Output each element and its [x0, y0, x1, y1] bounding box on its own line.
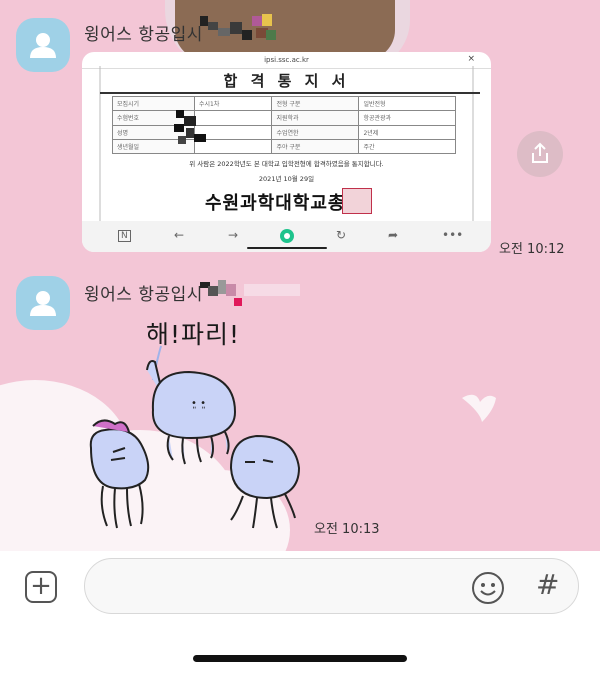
table-cell: 모집시기: [112, 95, 195, 112]
sender-name: 윙어스 항공입시: [84, 285, 203, 305]
share-arrow-icon: ➦: [388, 228, 399, 242]
forward-arrow-icon: →: [228, 228, 239, 242]
table-row: 수험번호 지원학과 항공관광과: [112, 110, 456, 126]
heart-decoration-icon: [462, 394, 496, 422]
table-cell: 항공관광과: [358, 110, 456, 126]
admission-notice: 위 사람은 2022학년도 본 대학교 입학전형에 합격하였음을 통지합니다.: [189, 160, 384, 168]
table-cell: 2년제: [358, 124, 456, 140]
refresh-icon: ↻: [336, 228, 347, 242]
title-rule: [100, 92, 480, 94]
document-date: 2021년 10월 29일: [258, 175, 315, 183]
hash-icon[interactable]: #: [536, 568, 559, 601]
svg-text:•͈ •͈: •͈ •͈: [191, 398, 206, 409]
redacted-name-pixels: [174, 110, 206, 144]
table-cell: 주야 구분: [271, 138, 360, 155]
table-cell: 일반전형: [358, 95, 456, 112]
table-cell: 전형 구분: [271, 95, 360, 112]
official-seal-stamp: [342, 188, 372, 214]
redacted-name-pixels: [200, 14, 276, 40]
attach-button[interactable]: +: [25, 571, 57, 603]
home-indicator: [193, 655, 407, 662]
back-arrow-icon: ←: [174, 228, 185, 242]
table-cell: 지원학과: [271, 110, 360, 126]
table-cell: 주간: [358, 138, 456, 155]
table-row: 모집시기 수시1차 전형 구분 일반전형: [112, 95, 456, 112]
table-cell: 수시1차: [193, 95, 273, 112]
naver-icon: N: [118, 230, 131, 242]
message-time: 오전 10:13: [314, 522, 380, 537]
emoticon-icon[interactable]: [470, 570, 506, 606]
redacted-name-pixels: [200, 280, 300, 306]
home-icon: [280, 229, 294, 243]
jellyfish-sticker[interactable]: •͈ •͈: [85, 340, 315, 540]
document-title: 합 격 통 지 서: [223, 72, 350, 90]
chat-area[interactable]: 윙어스 항공입시 ipsi.ssc.ac.kr × 합 격 통 지 서 모집시기…: [0, 0, 600, 551]
browser-toolbar: N ← → ↻ ➦ •••: [82, 221, 491, 252]
sender-avatar[interactable]: [16, 276, 70, 330]
page-indicator: [247, 247, 327, 249]
plus-icon: +: [30, 571, 52, 601]
default-profile-icon: [30, 33, 56, 58]
admission-info-table: 모집시기 수시1차 전형 구분 일반전형 수험번호 지원학과 항공관광과 성명 …: [112, 95, 456, 155]
table-cell: 수업연한: [271, 124, 360, 140]
table-row: 성명 수업연한 2년제: [112, 124, 456, 140]
share-icon: [532, 142, 548, 163]
message-time: 오전 10:12: [499, 242, 565, 257]
table-row: 생년월일 주야 구분 주간: [112, 138, 456, 155]
sender-avatar[interactable]: [16, 18, 70, 72]
president-signature: 수원과학대학교총장: [205, 193, 364, 214]
more-icon: •••: [442, 228, 464, 242]
default-profile-icon: [30, 291, 56, 316]
share-button[interactable]: [517, 131, 563, 177]
sender-name: 윙어스 항공입시: [84, 25, 203, 45]
